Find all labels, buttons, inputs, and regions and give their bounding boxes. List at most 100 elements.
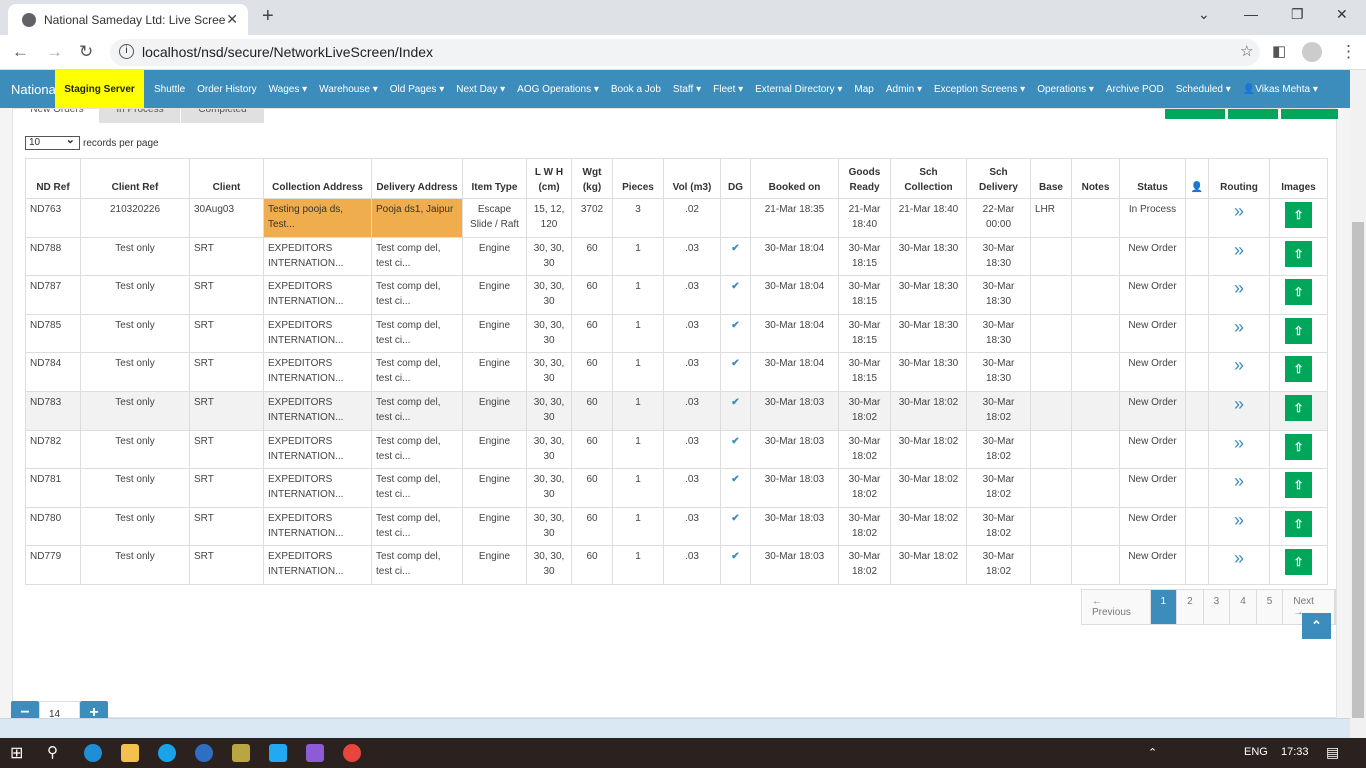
driver-column-header[interactable]: 👤: [1185, 158, 1209, 199]
table-row[interactable]: ND779 Test only SRT EXPEDITORS INTERNATION.…: [25, 545, 1328, 585]
routing-chevron-icon[interactable]: »: [1234, 355, 1244, 375]
column-header[interactable]: Client: [189, 158, 264, 199]
column-header[interactable]: Vol (m3): [663, 158, 721, 199]
nav-item[interactable]: Archive POD: [1106, 84, 1164, 95]
minimize-button[interactable]: —: [1244, 6, 1258, 22]
page-1-button[interactable]: 1: [1150, 590, 1178, 624]
column-header[interactable]: Base: [1030, 158, 1072, 199]
records-per-page-select[interactable]: 10: [25, 133, 80, 150]
action-button-3[interactable]: [1281, 109, 1338, 119]
nav-item[interactable]: Next Day ▾: [456, 84, 505, 95]
nav-item[interactable]: Shuttle: [154, 84, 185, 95]
column-header[interactable]: Images: [1269, 158, 1328, 199]
windows-start-icon[interactable]: ⊞: [10, 743, 23, 763]
nav-item[interactable]: Exception Screens ▾: [934, 84, 1025, 95]
back-icon[interactable]: ←: [12, 42, 29, 62]
nav-item[interactable]: AOG Operations ▾: [517, 84, 599, 95]
nav-item[interactable]: Admin ▾: [886, 84, 922, 95]
table-row[interactable]: ND783 Test only SRT EXPEDITORS INTERNATION.…: [25, 390, 1328, 431]
column-header[interactable]: ND Ref: [25, 158, 81, 199]
column-header[interactable]: Routing: [1208, 158, 1270, 199]
action-button-1[interactable]: [1165, 109, 1225, 119]
upload-image-button[interactable]: ⇧: [1285, 202, 1312, 228]
browser-tab[interactable]: National Sameday Ltd: Live Scree ✕: [8, 4, 248, 35]
info-icon[interactable]: i: [119, 44, 134, 59]
tab-search-icon[interactable]: ⌄: [1198, 6, 1210, 23]
sidebar-icon[interactable]: ◧: [1272, 42, 1286, 60]
vscode-icon[interactable]: [269, 744, 287, 762]
routing-chevron-icon[interactable]: »: [1234, 317, 1244, 337]
upload-image-button[interactable]: ⇧: [1285, 549, 1312, 576]
column-header[interactable]: Goods Ready: [838, 158, 891, 199]
upload-image-button[interactable]: ⇧: [1285, 240, 1312, 267]
previous-page-button[interactable]: ← Previous: [1082, 590, 1151, 624]
nav-item[interactable]: Operations ▾: [1037, 84, 1094, 95]
nav-item[interactable]: Map: [854, 84, 873, 95]
table-row[interactable]: ND781 Test only SRT EXPEDITORS INTERNATION.…: [25, 468, 1328, 508]
column-header[interactable]: Sch Collection: [890, 158, 967, 199]
table-row[interactable]: ND763 210320226 30Aug03 Testing pooja ds, T…: [25, 198, 1328, 238]
column-header[interactable]: Item Type: [462, 158, 527, 199]
upload-image-button[interactable]: ⇧: [1285, 472, 1312, 499]
tab-completed[interactable]: Completed: [181, 109, 264, 123]
column-header[interactable]: Wgt (kg): [571, 158, 613, 199]
search-icon[interactable]: ⚲: [47, 743, 58, 761]
star-icon[interactable]: ☆: [1240, 42, 1253, 60]
upload-image-button[interactable]: ⇧: [1285, 317, 1312, 344]
skype-icon[interactable]: [158, 744, 176, 762]
chrome-icon[interactable]: [343, 744, 361, 762]
tray-chevron-icon[interactable]: ⌃: [1148, 746, 1157, 759]
page-3-button[interactable]: 3: [1203, 590, 1231, 624]
routing-chevron-icon[interactable]: »: [1234, 471, 1244, 491]
close-window-button[interactable]: ✕: [1336, 6, 1348, 23]
close-tab-icon[interactable]: ✕: [226, 11, 238, 28]
nav-item[interactable]: Scheduled ▾: [1176, 84, 1231, 95]
language-indicator[interactable]: ENG: [1244, 746, 1268, 758]
column-header[interactable]: Sch Delivery: [966, 158, 1031, 199]
page-4-button[interactable]: 4: [1230, 590, 1257, 624]
visual-studio-icon[interactable]: [306, 744, 324, 762]
column-header[interactable]: L W H (cm): [526, 158, 572, 199]
column-header[interactable]: Booked on: [750, 158, 839, 199]
new-tab-button[interactable]: +: [262, 5, 274, 28]
scrollbar-thumb[interactable]: [1352, 222, 1364, 718]
tab-in-process[interactable]: In Process: [100, 109, 180, 123]
table-row[interactable]: ND784 Test only SRT EXPEDITORS INTERNATION.…: [25, 352, 1328, 392]
upload-image-button[interactable]: ⇧: [1285, 433, 1312, 460]
upload-image-button[interactable]: ⇧: [1285, 510, 1312, 537]
notifications-icon[interactable]: ▤: [1326, 744, 1339, 761]
column-header[interactable]: Notes: [1071, 158, 1120, 199]
page-2-button[interactable]: 2: [1177, 590, 1204, 624]
column-header[interactable]: Pieces: [612, 158, 664, 199]
edge-icon[interactable]: [84, 744, 102, 762]
routing-chevron-icon[interactable]: »: [1234, 510, 1244, 530]
routing-chevron-icon[interactable]: »: [1234, 278, 1244, 298]
routing-chevron-icon[interactable]: »: [1234, 548, 1244, 568]
page-5-button[interactable]: 5: [1256, 590, 1284, 624]
nav-item[interactable]: Book a Job: [611, 84, 661, 95]
menu-icon[interactable]: ⋮: [1340, 42, 1357, 62]
thunderbird-icon[interactable]: [195, 744, 213, 762]
profile-avatar[interactable]: [1302, 42, 1322, 62]
nav-item[interactable]: Fleet ▾: [713, 84, 743, 95]
routing-chevron-icon[interactable]: »: [1234, 201, 1244, 221]
nav-item[interactable]: Warehouse ▾: [319, 84, 378, 95]
column-header[interactable]: Delivery Address: [371, 158, 463, 199]
nav-item[interactable]: Old Pages ▾: [390, 84, 445, 95]
brand[interactable]: Nationa: [11, 82, 56, 97]
url-input[interactable]: i localhost/nsd/secure/NetworkLiveScreen/…: [110, 39, 1260, 66]
action-button-2[interactable]: [1228, 109, 1278, 119]
nav-item[interactable]: Staff ▾: [673, 84, 701, 95]
nav-item[interactable]: 👤Vikas Mehta ▾: [1243, 84, 1318, 95]
scroll-to-top-button[interactable]: ⌃: [1302, 613, 1331, 639]
routing-chevron-icon[interactable]: »: [1234, 240, 1244, 260]
table-row[interactable]: ND780 Test only SRT EXPEDITORS INTERNATION.…: [25, 506, 1328, 547]
table-row[interactable]: ND782 Test only SRT EXPEDITORS INTERNATION.…: [25, 429, 1328, 470]
reload-icon[interactable]: ↻: [79, 42, 93, 62]
routing-chevron-icon[interactable]: »: [1234, 433, 1244, 453]
page-scrollbar[interactable]: [1350, 70, 1366, 738]
upload-image-button[interactable]: ⇧: [1285, 356, 1312, 383]
column-header[interactable]: Status: [1119, 158, 1186, 199]
table-row[interactable]: ND787 Test only SRT EXPEDITORS INTERNATION.…: [25, 275, 1328, 315]
clock[interactable]: 17:33: [1281, 746, 1309, 758]
